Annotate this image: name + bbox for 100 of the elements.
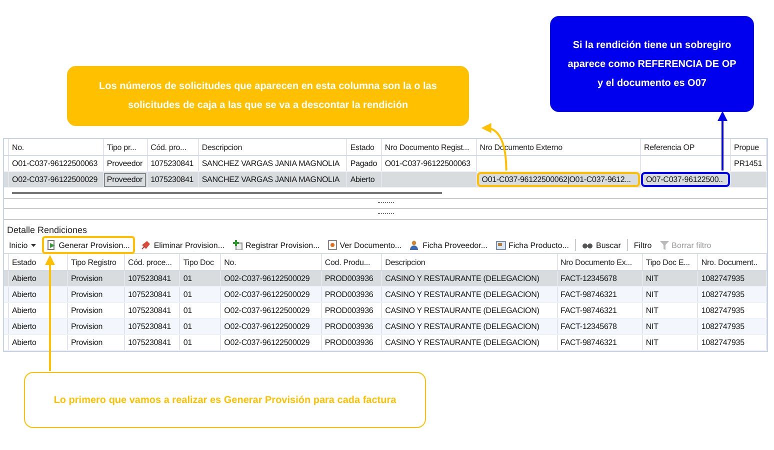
table-cell: Proveedor	[106, 175, 142, 184]
column-header[interactable]: Cód. proce...	[124, 254, 180, 271]
toolbar-button[interactable]: Generar Provision...	[42, 236, 135, 254]
toolbar-button[interactable]: Filtro	[632, 238, 654, 253]
plus-document-icon	[232, 240, 243, 250]
table-cell: CASINO Y RESTAURANTE (DELEGACION)	[385, 322, 540, 332]
table-cell: 1082747935	[701, 274, 744, 284]
caret-icon	[30, 244, 36, 247]
menu-button[interactable]: Inicio	[7, 238, 38, 253]
table-cell: 1082747935	[701, 322, 744, 332]
table-cell: Pagado	[350, 159, 378, 168]
column-header[interactable]: Tipo Registro	[68, 254, 124, 271]
table-cell: 1075230841	[128, 306, 171, 316]
binoculars-icon	[582, 242, 593, 249]
table-cell: O02-C037-96122500029	[12, 175, 98, 184]
table-cell: 01	[183, 322, 192, 332]
column-header[interactable]: Propue	[730, 139, 766, 156]
column-header[interactable]: Descripcion	[382, 254, 558, 271]
table-cell: 1075230841	[150, 159, 194, 168]
table-cell: O02-C037-96122500029	[224, 274, 310, 284]
column-header[interactable]: Tipo Doc E...	[642, 254, 698, 271]
table-cell: NIT	[646, 338, 658, 348]
table-cell: 1075230841	[128, 290, 171, 300]
table-cell: Abierto	[12, 338, 36, 348]
column-header[interactable]: Estado	[8, 254, 68, 271]
table-cell: O07-C037-96122500..	[646, 175, 723, 184]
table-cell: 1075230841	[150, 175, 194, 184]
callout-box: Si la rendición tiene un sobregiro aparece como REFERENCIA DE OP y el documento es O07	[550, 16, 754, 112]
table-cell: CASINO Y RESTAURANTE (DELEGACION)	[385, 306, 540, 316]
column-header[interactable]: Cód. pro...	[147, 139, 198, 156]
callout-box: Los números de solicitudes que aparecen en esta columna son la o las solicitudes de caja a las que se va a descontar la rendición	[67, 66, 469, 126]
column-header[interactable]: Nro Documento Regist...	[381, 139, 476, 156]
column-header[interactable]: Referencia OP	[640, 139, 731, 156]
toolbar-button[interactable]: Ver Documento...	[326, 238, 404, 253]
table-cell: SANCHEZ VARGAS JANIA MAGNOLIA	[202, 175, 340, 184]
table-cell: NIT	[646, 290, 658, 300]
table-cell: O02-C037-96122500029	[224, 306, 310, 316]
table-cell: Provision	[71, 306, 103, 316]
person-card-icon	[410, 240, 420, 250]
funnel-icon	[660, 240, 669, 250]
table-cell: 1082747935	[701, 290, 744, 300]
column-header[interactable]: No.	[8, 139, 104, 156]
table-cell: Abierto	[12, 290, 36, 300]
table-cell: NIT	[646, 306, 658, 316]
table-cell: 1082747935	[701, 338, 744, 348]
table-cell: FACT-98746321	[560, 290, 617, 300]
table-cell: 1075230841	[128, 322, 171, 332]
table-cell: SANCHEZ VARGAS JANIA MAGNOLIA	[202, 159, 340, 168]
column-header[interactable]: Nro. Document..	[698, 254, 766, 271]
box-card-icon	[496, 240, 506, 250]
column-header[interactable]: Descripcion	[198, 139, 347, 156]
table-cell: 01	[183, 338, 192, 348]
table-cell: FACT-12345678	[560, 274, 617, 284]
toolbar-button[interactable]: Ficha Proveedor...	[408, 238, 490, 253]
table-cell: Provision	[71, 322, 103, 332]
table-cell: PROD003936	[324, 338, 374, 348]
table-cell: Proveedor	[106, 159, 142, 168]
table-cell: FACT-98746321	[560, 306, 617, 316]
table-cell: PR1451	[734, 159, 762, 168]
table-cell: FACT-12345678	[560, 322, 617, 332]
table-cell: O01-C037-96122500063	[12, 159, 98, 168]
column-header[interactable]: Tipo Doc	[180, 254, 221, 271]
table-cell: 1075230841	[128, 338, 171, 348]
table-cell: Provision	[71, 290, 103, 300]
table-cell: PROD003936	[324, 306, 374, 316]
toolbar-button[interactable]: Eliminar Provision...	[138, 238, 227, 253]
table-cell: Provision	[71, 338, 103, 348]
table-cell: O01-C037-96122500062|O01-C037-9612...	[482, 175, 631, 184]
column-header[interactable]: Nro Documento Ex...	[557, 254, 642, 271]
table-cell: O02-C037-96122500029	[224, 290, 310, 300]
toolbar-button[interactable]: Ficha Producto...	[494, 238, 571, 253]
toolbar-button[interactable]: Registrar Provision...	[230, 238, 322, 253]
table-cell: Abierto	[350, 175, 375, 184]
table-cell: Abierto	[12, 306, 36, 316]
table-cell: CASINO Y RESTAURANTE (DELEGACION)	[385, 290, 540, 300]
table-cell: 1082747935	[701, 306, 744, 316]
table-cell: FACT-98746321	[560, 338, 617, 348]
table-cell: PROD003936	[324, 322, 374, 332]
column-header[interactable]: No.	[220, 254, 322, 271]
table-cell: Abierto	[12, 322, 36, 332]
table-cell: PROD003936	[324, 290, 374, 300]
table-cell: O01-C037-96122500063	[384, 159, 470, 168]
table-cell: 01	[183, 290, 192, 300]
table-cell: 1075230841	[128, 274, 171, 284]
table-cell: Provision	[71, 274, 103, 284]
document-arrow-icon	[46, 240, 56, 250]
column-header[interactable]: Cod. Produ...	[321, 254, 382, 271]
table-cell: NIT	[646, 274, 658, 284]
toolbar-button[interactable]: Buscar	[580, 238, 623, 253]
table-cell: CASINO Y RESTAURANTE (DELEGACION)	[385, 274, 540, 284]
section-title: Detalle Rendiciones	[6, 224, 88, 238]
scrollbar-thumb[interactable]	[12, 192, 442, 194]
document-icon	[328, 240, 337, 250]
table-cell: NIT	[646, 322, 658, 332]
table-cell: PROD003936	[324, 274, 374, 284]
table-cell: 01	[183, 274, 192, 284]
table-cell: 01	[183, 306, 192, 316]
column-header[interactable]: Estado	[346, 139, 382, 156]
column-header[interactable]: Tipo pr...	[103, 139, 148, 156]
table-cell: O02-C037-96122500029	[224, 338, 310, 348]
